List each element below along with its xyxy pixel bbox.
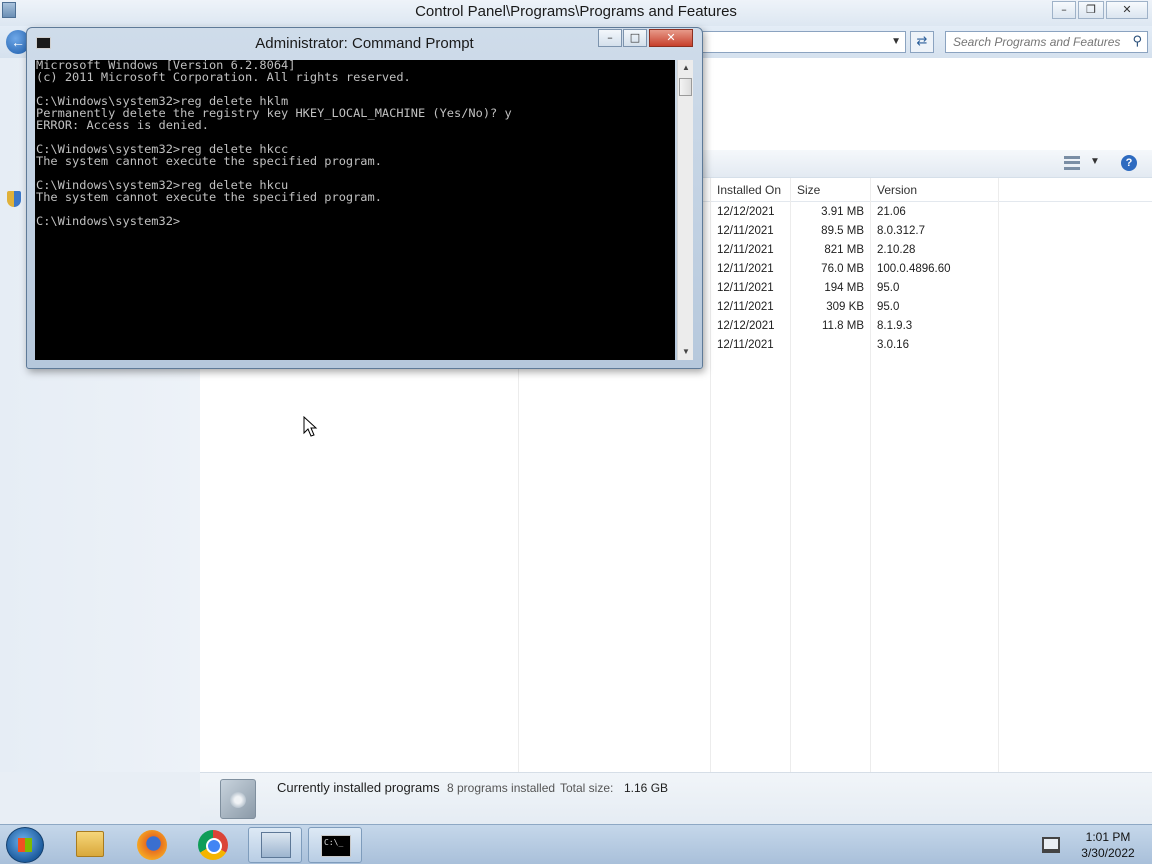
installed-on-cell: 12/11/2021: [717, 301, 774, 313]
cmd-close-button[interactable]: ✕: [649, 29, 693, 47]
column-header-version[interactable]: Version: [877, 183, 917, 197]
taskbar-chrome-button[interactable]: [186, 827, 240, 863]
version-cell: 8.1.9.3: [877, 320, 913, 332]
console-output-area[interactable]: Microsoft Windows [Version 6.2.8064] (c)…: [35, 60, 675, 360]
views-icon[interactable]: [1064, 156, 1080, 170]
scroll-thumb[interactable]: [679, 78, 692, 96]
taskbar-command-prompt-button[interactable]: C:\_: [308, 827, 362, 863]
taskbar-firefox-button[interactable]: [124, 827, 178, 863]
folder-icon: [76, 831, 104, 857]
help-icon[interactable]: ?: [1121, 155, 1137, 171]
cmd-minimize-button[interactable]: –: [598, 29, 622, 47]
chrome-icon: [198, 830, 228, 860]
chevron-down-icon[interactable]: ▼: [891, 36, 901, 47]
search-box[interactable]: ⚲: [945, 31, 1148, 53]
command-prompt-icon: C:\_: [321, 835, 351, 857]
clock-date[interactable]: 3/30/2022: [1070, 846, 1146, 860]
cmd-maximize-button[interactable]: □: [623, 29, 647, 47]
version-cell: 8.0.312.7: [877, 225, 925, 237]
column-header-installed-on[interactable]: Installed On: [717, 183, 781, 197]
size-cell: 3.91 MB: [821, 206, 864, 218]
windows-logo-icon[interactable]: [6, 827, 44, 863]
restore-button[interactable]: ❐: [1078, 1, 1104, 19]
status-title: Currently installed programs: [277, 780, 440, 795]
close-button[interactable]: ✕: [1106, 1, 1148, 19]
size-cell: 76.0 MB: [821, 263, 864, 275]
taskbar-control-panel-button[interactable]: [248, 827, 302, 863]
minimize-button[interactable]: –: [1052, 1, 1076, 19]
version-cell: 21.06: [877, 206, 906, 218]
control-panel-title: Control Panel\Programs\Programs and Feat…: [415, 3, 737, 20]
size-cell: 194 MB: [824, 282, 864, 294]
installed-on-cell: 12/11/2021: [717, 263, 774, 275]
installed-on-cell: 12/11/2021: [717, 244, 774, 256]
command-prompt-window[interactable]: Administrator: Command Prompt – □ ✕ Micr…: [26, 27, 703, 369]
console-text: Microsoft Windows [Version 6.2.8064] (c)…: [36, 60, 512, 228]
version-cell: 3.0.16: [877, 339, 909, 351]
status-panel: Currently installed programs 8 programs …: [200, 772, 1152, 824]
chevron-down-icon[interactable]: ▼: [1090, 156, 1100, 167]
column-header-size[interactable]: Size: [797, 183, 820, 197]
refresh-icon[interactable]: ⇄: [910, 31, 934, 53]
mouse-cursor-icon: [303, 416, 318, 437]
uac-shield-icon: [7, 191, 21, 207]
version-cell: 95.0: [877, 282, 900, 294]
control-panel-icon: [261, 832, 291, 858]
installed-on-cell: 12/12/2021: [717, 206, 775, 218]
size-cell: 11.8 MB: [822, 320, 864, 332]
status-total-size-label: Total size:: [560, 781, 614, 795]
size-cell: 309 KB: [826, 301, 864, 313]
scroll-up-arrow-icon[interactable]: ▲: [678, 60, 694, 76]
status-total-size-value: 1.16 GB: [624, 781, 669, 795]
taskbar: C:\_ 1:01 PM 3/30/2022: [0, 824, 1152, 864]
size-cell: 821 MB: [824, 244, 864, 256]
control-panel-titlebar[interactable]: Control Panel\Programs\Programs and Feat…: [0, 0, 1152, 26]
search-icon[interactable]: ⚲: [1132, 34, 1142, 49]
firefox-icon: [137, 830, 167, 860]
installed-on-cell: 12/12/2021: [717, 320, 775, 332]
version-cell: 2.10.28: [877, 244, 916, 256]
scroll-down-arrow-icon[interactable]: ▼: [678, 344, 694, 360]
clock-time[interactable]: 1:01 PM: [1070, 830, 1146, 844]
installed-on-cell: 12/11/2021: [717, 282, 774, 294]
console-scrollbar[interactable]: ▲ ▼: [677, 60, 693, 360]
size-cell: 89.5 MB: [821, 225, 864, 237]
installed-programs-icon: [220, 779, 256, 819]
status-program-count: 8 programs installed: [447, 781, 556, 795]
version-cell: 95.0: [877, 301, 900, 313]
taskbar-explorer-button[interactable]: [62, 827, 116, 863]
search-input[interactable]: [946, 32, 1124, 52]
version-cell: 100.0.4896.60: [877, 263, 951, 275]
installed-on-cell: 12/11/2021: [717, 225, 774, 237]
network-icon[interactable]: [1042, 837, 1060, 853]
installed-on-cell: 12/11/2021: [717, 339, 774, 351]
